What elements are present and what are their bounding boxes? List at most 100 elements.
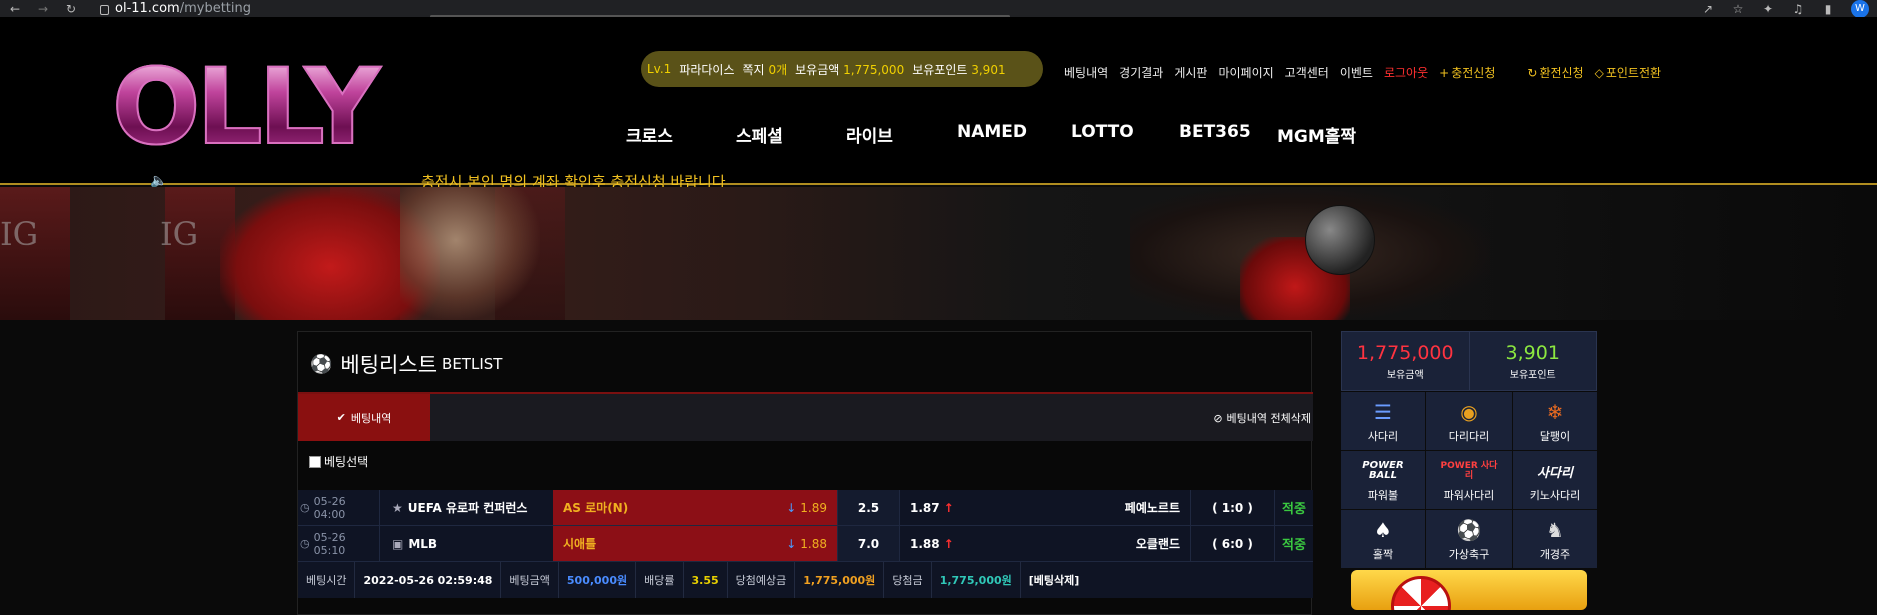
- bet-row-away-odds: 1.87: [910, 500, 940, 515]
- bet-time-label: 베팅시간: [306, 574, 347, 587]
- win-value: 1,775,000원: [939, 574, 1012, 587]
- bet-row-result: 적중: [1282, 502, 1306, 517]
- url-host: ol-11.com: [115, 1, 180, 16]
- game-label: 파워사다리: [1443, 489, 1495, 502]
- bet-row: ◷ 05-26 04:00 ★ UEFA 유로파 컨퍼런스 AS 로마(N) ↓ 1.8…: [298, 490, 1313, 526]
- delete-all-label: 베팅내역 전체삭제: [1226, 412, 1311, 425]
- win-label: 당첨금: [892, 574, 923, 587]
- banner-mark: IG: [160, 215, 199, 253]
- odds-value: 3.55: [691, 573, 719, 587]
- powerball-logo: POWER BALL: [1362, 460, 1404, 481]
- site-logo[interactable]: OLLY: [111, 54, 397, 167]
- bet-row-home-pick: AS 로마(N) ↓ 1.89: [553, 490, 837, 525]
- bet-amount-label: 베팅금액: [509, 574, 550, 587]
- betlist-title: ⚽ 베팅리스트 BETLIST: [310, 349, 502, 379]
- bet-row-away-pick: 1.88 ↑ 오클랜드: [900, 526, 1190, 561]
- points-value: 3,901: [971, 62, 1006, 77]
- nav-special[interactable]: 스페셜: [736, 122, 846, 147]
- address-bar[interactable]: ol-11.com/mybetting: [100, 1, 251, 16]
- cards-icon: ♠: [1374, 518, 1392, 542]
- sidepanel-icon[interactable]: ▮: [1821, 2, 1835, 16]
- game-keno-ladder[interactable]: 사다리 키노사다리: [1513, 451, 1597, 509]
- forward-icon[interactable]: →: [36, 2, 50, 16]
- back-icon[interactable]: ←: [8, 2, 22, 16]
- arrow-down-icon: ↓: [786, 536, 797, 551]
- arrow-up-icon: ↑: [943, 500, 954, 515]
- money-value: 1,775,000: [843, 62, 905, 77]
- game-powerball[interactable]: POWER BALL 파워볼: [1341, 451, 1425, 509]
- link-withdraw[interactable]: ↻ 환전신청: [1527, 64, 1583, 81]
- media-icon[interactable]: ♫: [1791, 2, 1805, 16]
- bet-row-away: 오클랜드: [1135, 537, 1180, 551]
- nav-mgm[interactable]: MGM홀짝: [1277, 122, 1356, 147]
- link-point-convert[interactable]: ◇ 포인트전환: [1595, 64, 1661, 81]
- bet-row-result: 적중: [1282, 538, 1306, 553]
- side-panel: 1,775,000 보유금액 3,901 보유포인트 ☰ 사다리 ◉ 다리다리 ❄ 달…: [1341, 331, 1597, 615]
- check-icon: ✔: [336, 411, 346, 424]
- game-power-ladder[interactable]: POWER 사다리 파워사다리: [1426, 451, 1512, 509]
- game-odd-even[interactable]: ♠ 홀짝: [1341, 510, 1425, 568]
- game-dog-race[interactable]: ♞ 개경주: [1513, 510, 1597, 568]
- game-label: 다리다리: [1448, 430, 1490, 443]
- bet-summary: 베팅시간 2022-05-26 02:59:48 베팅금액 500,000원 배…: [298, 562, 1313, 598]
- refresh-icon: ↻: [1527, 65, 1538, 80]
- logo-text: OLLY: [111, 54, 397, 160]
- banner-locker: [0, 187, 70, 320]
- game-label: 키노사다리: [1529, 489, 1581, 502]
- hero-banner: IG IG: [0, 187, 1877, 320]
- link-support[interactable]: 고객센터: [1285, 64, 1329, 81]
- nav-lotto[interactable]: LOTTO: [1071, 122, 1179, 147]
- game-virtual-soccer[interactable]: ⚽ 가상축구: [1426, 510, 1512, 568]
- nav-named[interactable]: NAMED: [957, 122, 1071, 147]
- game-ladder[interactable]: ☰ 사다리: [1341, 392, 1425, 450]
- messages-count: 0개: [768, 62, 788, 77]
- game-label: 파워볼: [1367, 489, 1399, 502]
- betlist-title-ko: 베팅리스트: [340, 353, 438, 377]
- bet-row-league: UEFA 유로파 컨퍼런스: [407, 501, 528, 515]
- bet-row-score: ( 6:0 ): [1190, 526, 1275, 561]
- bet-row-home-odds: 1.89: [800, 500, 827, 515]
- link-results[interactable]: 경기결과: [1119, 64, 1163, 81]
- odds-label: 배당률: [644, 574, 675, 587]
- uefa-icon: ★: [392, 500, 403, 515]
- share-icon[interactable]: ↗: [1701, 2, 1715, 16]
- bet-select-row: 베팅선택: [309, 453, 368, 470]
- link-event[interactable]: 이벤트: [1340, 64, 1373, 81]
- messages-label: 쪽지: [742, 62, 765, 77]
- bet-select-checkbox[interactable]: [309, 455, 321, 468]
- bet-row-home: AS 로마(N): [563, 501, 629, 515]
- bet-row-home-odds: 1.88: [800, 536, 827, 551]
- link-mypage[interactable]: 마이페이지: [1218, 64, 1273, 81]
- roulette-promo-banner[interactable]: [1351, 570, 1587, 610]
- link-logout[interactable]: 로그아웃: [1384, 64, 1428, 81]
- delete-bet-button[interactable]: [베팅삭제]: [1029, 572, 1080, 588]
- messages-link[interactable]: 쪽지 0개: [743, 61, 788, 78]
- nav-cross[interactable]: 크로스: [626, 122, 736, 147]
- extensions-icon[interactable]: ✦: [1761, 2, 1775, 16]
- bet-row: ◷ 05-26 05:10 ▣ MLB 시애틀 ↓ 1.88 7.0 1.88 ↑ 오클랜드…: [298, 526, 1313, 562]
- nav-bet365[interactable]: BET365: [1179, 122, 1277, 147]
- bet-row-away-pick: 1.87 ↑ 페예노르트: [900, 490, 1190, 525]
- tab-bet-history[interactable]: ✔ 베팅내역: [298, 394, 430, 441]
- bet-row-draw: 2.5: [837, 490, 900, 525]
- bet-amount-value: 500,000원: [566, 574, 628, 587]
- nav-live[interactable]: 라이브: [846, 122, 957, 147]
- expected-value: 1,775,000원: [803, 574, 876, 587]
- game-snail[interactable]: ❄ 달팽이: [1513, 392, 1597, 450]
- link-deposit[interactable]: + 충전신청: [1439, 64, 1495, 81]
- delete-all-button[interactable]: ⊘ 베팅내역 전체삭제: [1213, 410, 1311, 426]
- link-bet-history[interactable]: 베팅내역: [1064, 64, 1108, 81]
- reload-icon[interactable]: ↻: [64, 2, 78, 16]
- user-level: Lv.1: [647, 62, 672, 76]
- bet-row-league: MLB: [408, 536, 438, 551]
- top-links: 베팅내역 경기결과 게시판 마이페이지 고객센터 이벤트 로그아웃 + 충전신청 …: [1064, 64, 1661, 81]
- dog-icon: ♞: [1546, 518, 1564, 542]
- clock-icon: ◷: [300, 537, 310, 550]
- soccer-ball-icon: ⚽: [310, 353, 333, 375]
- game-dari-dari[interactable]: ◉ 다리다리: [1426, 392, 1512, 450]
- tab-bet-history-label: 베팅내역: [350, 411, 392, 425]
- bet-row-time: 05-26 04:00: [313, 494, 346, 521]
- link-board[interactable]: 게시판: [1174, 64, 1207, 81]
- profile-avatar[interactable]: W: [1851, 0, 1869, 18]
- star-icon[interactable]: ☆: [1731, 2, 1745, 16]
